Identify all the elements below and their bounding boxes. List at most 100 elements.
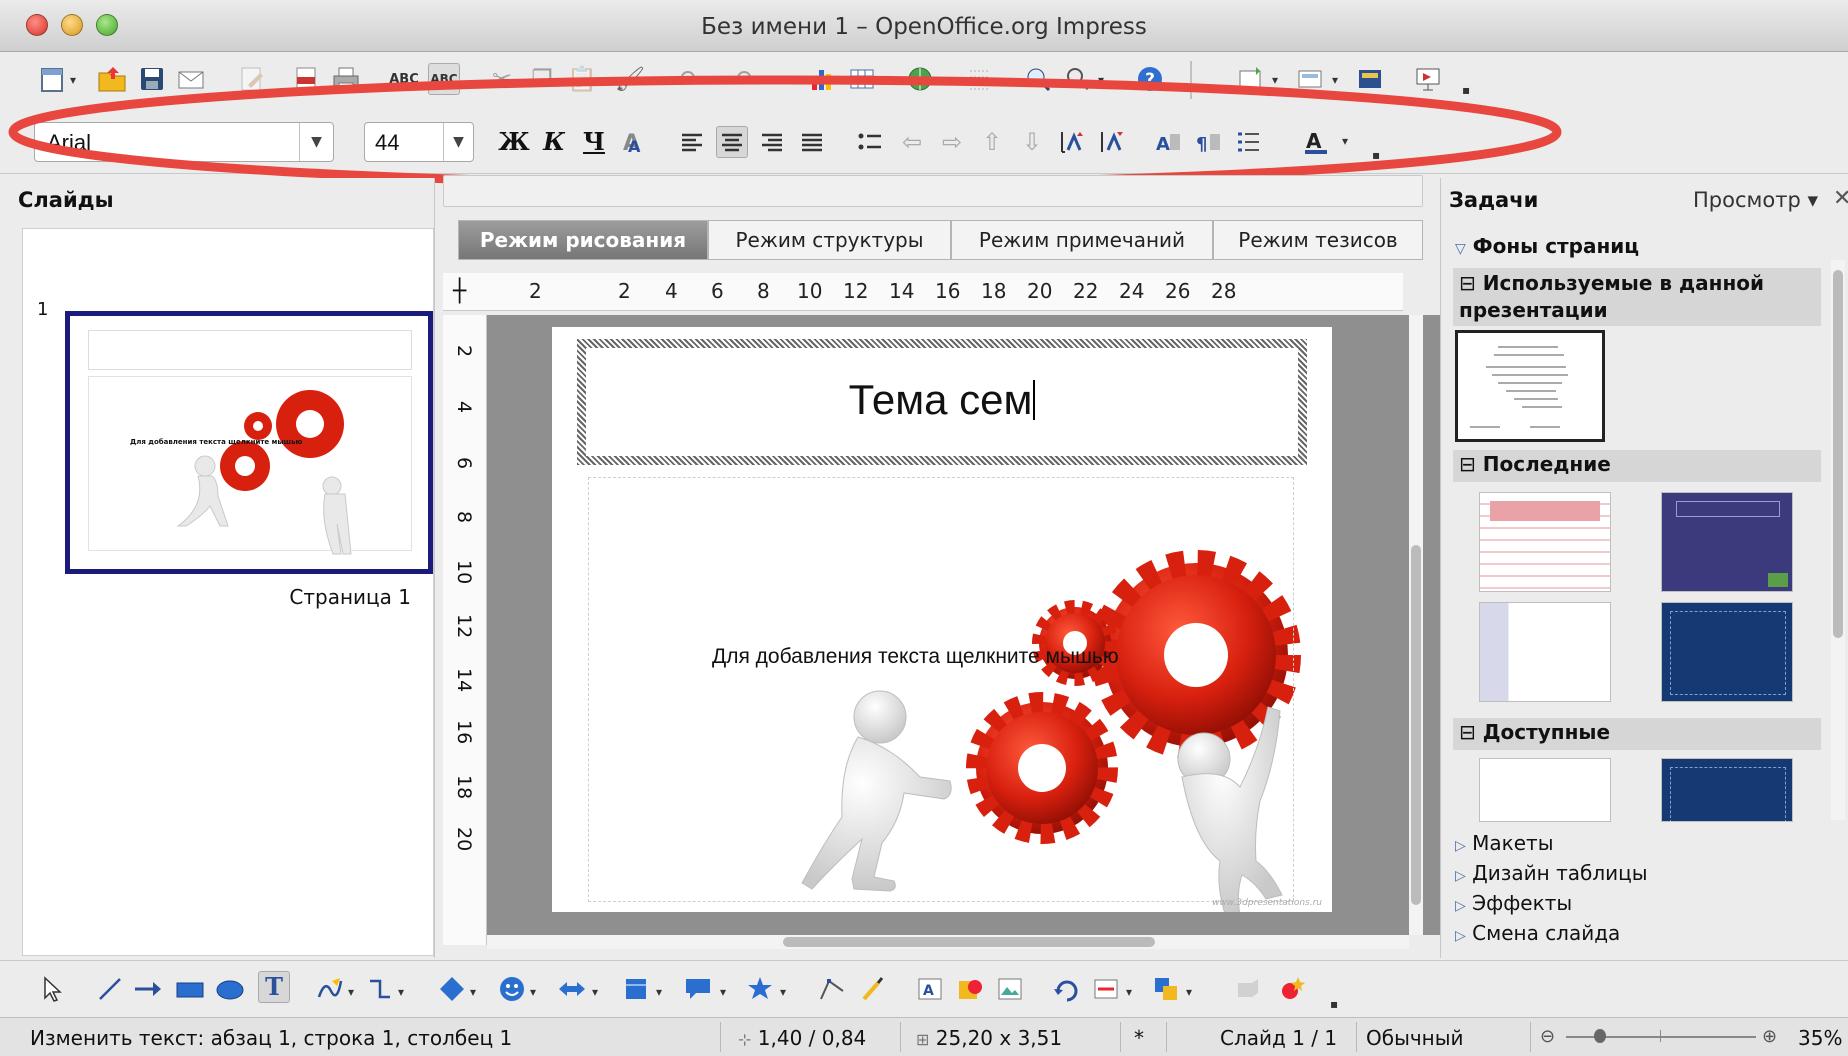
master-thumb-navy[interactable] xyxy=(1661,758,1793,822)
alignment-icon[interactable] xyxy=(1090,973,1122,1005)
from-file-icon[interactable] xyxy=(954,973,986,1005)
chevron-down-icon: ▾ xyxy=(1807,188,1819,212)
glue-points-icon[interactable] xyxy=(856,973,888,1005)
symbol-shapes-icon[interactable] xyxy=(496,973,528,1005)
tasks-scrollbar[interactable] xyxy=(1831,260,1845,820)
size-icon: ⊞ xyxy=(916,1030,930,1049)
table-design-section[interactable]: ▷ Дизайн таблицы xyxy=(1455,861,1648,885)
select-arrow-icon[interactable] xyxy=(36,973,68,1005)
basic-shapes-icon[interactable] xyxy=(436,973,468,1005)
master-thumb-lavender[interactable] xyxy=(1479,602,1611,702)
ruler-label: 4 xyxy=(665,279,678,303)
position-icon: ⊹ xyxy=(738,1030,752,1049)
callouts-dropdown-icon[interactable]: ▾ xyxy=(720,985,726,999)
text-cursor xyxy=(1033,380,1036,420)
horizontal-scroll-thumb[interactable] xyxy=(783,937,1155,947)
recent-masters-header[interactable]: ⊟ Последние xyxy=(1453,450,1821,482)
callouts-icon[interactable] xyxy=(682,973,714,1005)
ruler-label: 16 xyxy=(453,720,475,745)
svg-text:A: A xyxy=(923,983,934,999)
modified-indicator[interactable]: * xyxy=(1134,1026,1144,1050)
vertical-scroll-thumb[interactable] xyxy=(1411,545,1421,905)
connector-dropdown-icon[interactable]: ▾ xyxy=(398,985,404,999)
alignment-dropdown-icon[interactable]: ▾ xyxy=(1126,985,1132,999)
extrusion-icon[interactable] xyxy=(1232,973,1264,1005)
slide-body-text[interactable]: Для добавления текста щелкните мышью xyxy=(712,645,1119,669)
points-icon[interactable] xyxy=(816,973,848,1005)
horizontal-scrollbar[interactable] xyxy=(487,935,1409,949)
basic-shapes-dropdown-icon[interactable]: ▾ xyxy=(470,985,476,999)
slide-thumbnail-label: Страница 1 xyxy=(289,585,411,609)
master-thumb-white[interactable] xyxy=(1479,758,1611,822)
tab-notes-view[interactable]: Режим примечаний xyxy=(951,220,1213,260)
available-masters-header[interactable]: ⊟ Доступные xyxy=(1453,718,1821,750)
triangle-down-icon: ▽ xyxy=(1455,241,1466,257)
title-bar: Без имени 1 – OpenOffice.org Impress xyxy=(0,0,1848,52)
ruler-label: 10 xyxy=(453,560,475,585)
effects-section[interactable]: ▷ Эффекты xyxy=(1455,891,1572,915)
body-placeholder[interactable] xyxy=(588,477,1294,902)
zoom-out-icon[interactable]: ⊖ xyxy=(1540,1026,1555,1047)
vertical-scrollbar[interactable] xyxy=(1409,315,1423,935)
ellipse-icon[interactable] xyxy=(214,973,246,1005)
block-arrows-icon[interactable] xyxy=(556,973,588,1005)
block-arrows-dropdown-icon[interactable]: ▾ xyxy=(592,985,598,999)
master-thumb-red-lines[interactable] xyxy=(1479,492,1611,592)
collapse-icon: ⊟ xyxy=(1459,271,1476,295)
flowchart-dropdown-icon[interactable]: ▾ xyxy=(656,985,662,999)
ruler-label: 8 xyxy=(453,511,475,524)
watermark: www.3dpresentations.ru xyxy=(1212,898,1322,908)
view-menu-button[interactable]: Просмотр ▾ xyxy=(1693,188,1818,212)
rectangle-icon[interactable] xyxy=(174,973,206,1005)
horizontal-ruler[interactable]: ┼ 2 2 4 6 8 10 12 14 16 18 20 22 24 26 2… xyxy=(443,273,1403,311)
close-icon[interactable]: ✕ xyxy=(1833,186,1848,211)
line-icon[interactable] xyxy=(94,973,126,1005)
slide-thumbnail[interactable]: Для добавления текста щелкните мышью xyxy=(65,311,433,574)
fontwork-icon[interactable]: A xyxy=(914,973,946,1005)
rotate-icon[interactable] xyxy=(1050,973,1082,1005)
ruler-label: 12 xyxy=(453,614,475,639)
vertical-ruler[interactable]: 2 4 6 8 10 12 14 16 18 20 xyxy=(443,315,487,945)
gallery-icon[interactable] xyxy=(994,973,1026,1005)
stars-icon[interactable] xyxy=(744,973,776,1005)
symbol-shapes-dropdown-icon[interactable]: ▾ xyxy=(530,985,536,999)
curve-icon[interactable] xyxy=(314,973,346,1005)
used-masters-header[interactable]: ⊟ Используемые в данной презентации xyxy=(1453,268,1821,326)
text-tool-icon[interactable]: T xyxy=(258,971,290,1003)
curve-dropdown-icon[interactable]: ▾ xyxy=(348,985,354,999)
zoom-in-icon[interactable]: ⊕ xyxy=(1762,1026,1777,1047)
stars-dropdown-icon[interactable]: ▾ xyxy=(780,985,786,999)
arrange-icon[interactable] xyxy=(1150,973,1182,1005)
master-thumb-purple[interactable] xyxy=(1661,492,1793,592)
ruler-label: 14 xyxy=(453,668,475,693)
ruler-label: 20 xyxy=(1027,279,1053,303)
layouts-section[interactable]: ▷ Макеты xyxy=(1455,831,1553,855)
tab-stop-icon[interactable]: ┼ xyxy=(453,279,466,304)
zoom-slider-thumb[interactable] xyxy=(1594,1029,1606,1043)
collapse-icon: ⊟ xyxy=(1459,452,1476,476)
tasks-pane-title: Задачи xyxy=(1449,188,1539,212)
master-page-thumb[interactable] xyxy=(1455,330,1605,442)
slide-transition-section[interactable]: ▷ Смена слайда xyxy=(1455,921,1620,945)
zoom-slider[interactable] xyxy=(1566,1029,1756,1043)
master-thumb-dark-blue[interactable] xyxy=(1661,602,1793,702)
tab-outline-view[interactable]: Режим структуры xyxy=(708,220,951,260)
ruler-label: 6 xyxy=(453,457,475,470)
ruler-label: 26 xyxy=(1165,279,1191,303)
effects-icon[interactable] xyxy=(1276,973,1308,1005)
triangle-right-icon: ▷ xyxy=(1455,928,1466,944)
title-placeholder[interactable]: Тема сем xyxy=(577,339,1307,465)
master-pages-section[interactable]: ▽ Фоны страниц xyxy=(1455,234,1639,258)
flowchart-icon[interactable] xyxy=(620,973,652,1005)
connector-icon[interactable] xyxy=(364,973,396,1005)
slide[interactable]: Тема сем Для добавления текста щелкните … xyxy=(552,327,1332,912)
arrange-dropdown-icon[interactable]: ▾ xyxy=(1186,985,1192,999)
zoom-level[interactable]: 35% xyxy=(1798,1026,1842,1050)
slide-title-text[interactable]: Тема сем xyxy=(586,376,1298,424)
tab-handout-view[interactable]: Режим тезисов xyxy=(1213,220,1423,260)
tab-drawing-view[interactable]: Режим рисования xyxy=(458,220,708,260)
toolbar-overflow-icon[interactable]: ▪ xyxy=(1330,997,1338,1011)
line-arrow-icon[interactable] xyxy=(132,973,164,1005)
tasks-scroll-thumb[interactable] xyxy=(1833,270,1843,638)
triangle-right-icon: ▷ xyxy=(1455,868,1466,884)
